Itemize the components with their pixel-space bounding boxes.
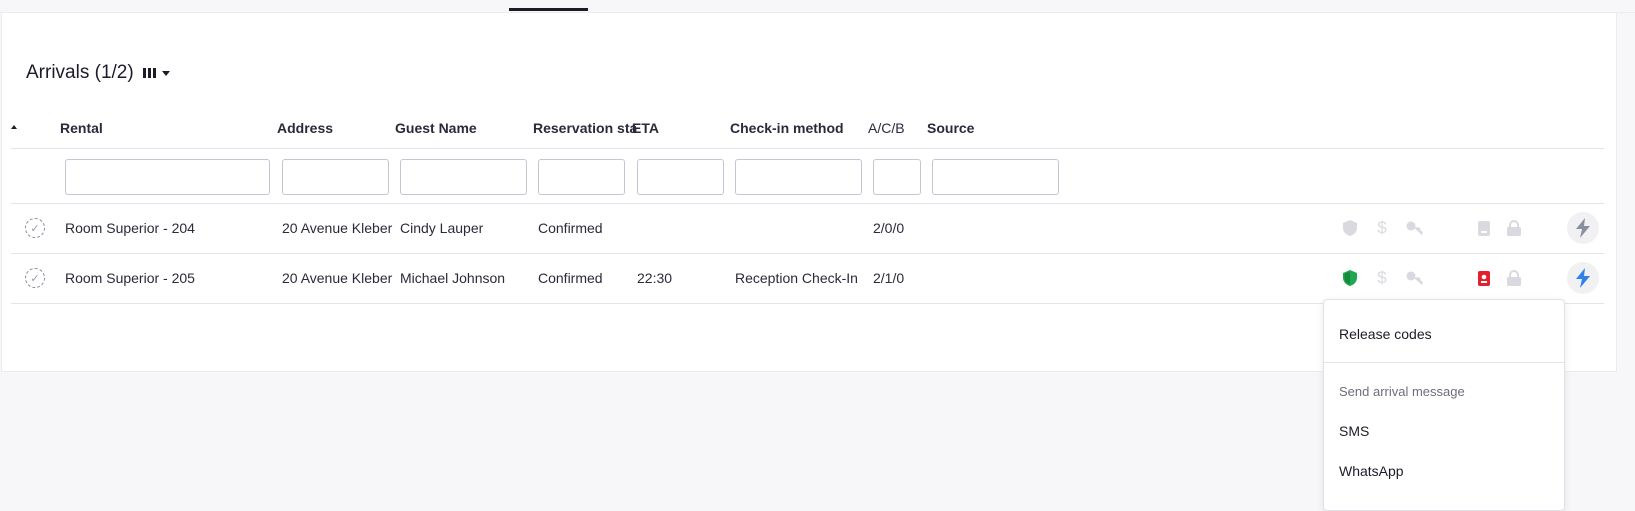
menu-item-whatsapp[interactable]: WhatsApp [1339, 463, 1404, 479]
top-tab-bar [0, 0, 1635, 13]
column-header-rental[interactable]: Rental [60, 120, 103, 136]
dollar-icon[interactable]: $ [1375, 218, 1389, 237]
filter-input-acb[interactable] [873, 159, 921, 195]
cell-acb: 2/1/0 [873, 270, 905, 286]
columns-icon[interactable] [142, 68, 156, 78]
bolt-icon [1576, 218, 1590, 238]
column-header-checkin-method[interactable]: Check-in method [730, 120, 844, 136]
filter-input-checkin-method[interactable] [735, 159, 862, 195]
column-header-source[interactable]: Source [927, 120, 974, 136]
menu-item-sms[interactable]: SMS [1339, 423, 1369, 439]
filter-input-address[interactable] [282, 159, 389, 195]
menu-divider [1324, 362, 1564, 363]
id-card-icon[interactable] [1477, 270, 1491, 286]
dollar-icon[interactable]: $ [1375, 268, 1389, 287]
lock-icon[interactable] [1506, 269, 1522, 287]
cell-guest-name: Cindy Lauper [400, 220, 484, 236]
filter-input-eta[interactable] [637, 159, 724, 195]
cell-reservation-status: Confirmed [538, 220, 603, 236]
arrivals-header: Arrivals (1/2) [26, 62, 170, 84]
page-title: Arrivals (1/2) [26, 62, 134, 83]
column-header-address[interactable]: Address [277, 120, 333, 136]
row-select-checkbox[interactable]: ✓ [25, 218, 45, 238]
column-header-reservation-status[interactable]: Reservation sta [533, 120, 637, 136]
chevron-down-icon[interactable] [161, 70, 170, 76]
active-tab-indicator [509, 8, 588, 11]
lock-icon[interactable] [1506, 219, 1522, 237]
filter-input-rental[interactable] [65, 159, 270, 195]
menu-item-release-codes[interactable]: Release codes [1339, 326, 1432, 342]
cell-guest-name: Michael Johnson [400, 270, 506, 286]
column-header-eta[interactable]: ETA [632, 120, 659, 136]
filter-input-reservation-status[interactable] [538, 159, 625, 195]
row-select-checkbox[interactable]: ✓ [25, 268, 45, 288]
menu-section-label: Send arrival message [1339, 384, 1465, 399]
cell-rental: Room Superior - 205 [65, 270, 195, 286]
quick-actions-button[interactable] [1567, 262, 1599, 294]
cell-address: 20 Avenue Kleber [282, 220, 393, 236]
shield-icon[interactable] [1342, 219, 1358, 237]
sort-up-icon[interactable] [11, 125, 17, 129]
row-divider [11, 253, 1604, 254]
header-divider [11, 148, 1604, 149]
id-card-icon[interactable] [1477, 220, 1491, 236]
quick-actions-menu: Release codes Send arrival message SMS W… [1323, 299, 1565, 511]
shield-icon[interactable] [1342, 269, 1358, 287]
filter-divider [11, 203, 1604, 204]
key-icon[interactable] [1405, 219, 1425, 237]
column-header-guest-name[interactable]: Guest Name [395, 120, 477, 136]
cell-rental: Room Superior - 204 [65, 220, 195, 236]
cell-checkin-method: Reception Check-In [735, 270, 858, 286]
cell-reservation-status: Confirmed [538, 270, 603, 286]
cell-acb: 2/0/0 [873, 220, 905, 236]
quick-actions-button[interactable] [1567, 212, 1599, 244]
filter-input-guest-name[interactable] [400, 159, 527, 195]
key-icon[interactable] [1405, 269, 1425, 287]
column-header-acb[interactable]: A/C/B [868, 120, 905, 136]
cell-address: 20 Avenue Kleber [282, 270, 393, 286]
bolt-icon [1576, 268, 1590, 288]
filter-input-source[interactable] [932, 159, 1059, 195]
cell-eta: 22:30 [637, 270, 673, 286]
